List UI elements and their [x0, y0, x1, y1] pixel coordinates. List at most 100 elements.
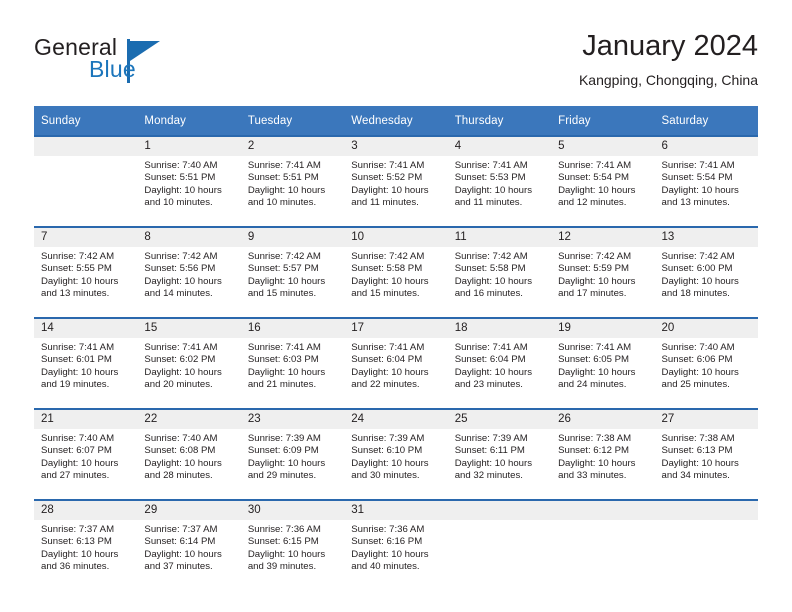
sunrise-text: Sunrise: 7:39 AM — [351, 433, 425, 444]
page-subtitle: Kangping, Chongqing, China — [578, 72, 758, 88]
day-details: Sunrise: 7:42 AM Sunset: 6:00 PM Daylight:… — [655, 247, 758, 301]
day-details: Sunrise: 7:42 AM Sunset: 5:56 PM Daylight:… — [137, 247, 240, 301]
sunset-text: Sunset: 6:01 PM — [41, 354, 112, 366]
day-cell[interactable]: 16 Sunrise: 7:41 AM Sunset: 6:03 PM Dayligh… — [240, 318, 345, 409]
title-block: January 2024 Kangping, Chongqing, China — [579, 28, 758, 89]
calendar-week-row: 7 Sunrise: 7:42 AM Sunset: 5:55 PM Daylight… — [34, 227, 758, 318]
daylight-line1-text: Daylight: 10 hours — [41, 275, 119, 287]
day-number: 3 — [344, 137, 448, 156]
day-cell[interactable]: 17 Sunrise: 7:41 AM Sunset: 6:04 PM Dayligh… — [344, 318, 448, 409]
daylight-line1-text: Daylight: 10 hours — [41, 548, 119, 560]
day-cell[interactable]: 29 Sunrise: 7:37 AM Sunset: 6:14 PM Dayligh… — [137, 500, 241, 590]
day-cell[interactable]: 8 Sunrise: 7:42 AM Sunset: 5:56 PM Daylight… — [137, 227, 241, 318]
day-cell[interactable]: 4 Sunrise: 7:41 AM Sunset: 5:53 PM Daylight… — [447, 136, 552, 227]
day-details: Sunrise: 7:42 AM Sunset: 5:58 PM Daylight:… — [448, 247, 551, 301]
sunrise-text: Sunrise: 7:41 AM — [351, 342, 425, 353]
day-cell[interactable]: 19 Sunrise: 7:41 AM Sunset: 6:05 PM Dayligh… — [551, 318, 655, 409]
daylight-line1-text: Daylight: 10 hours — [558, 184, 636, 196]
daylight-line1-text: Daylight: 10 hours — [144, 457, 222, 469]
sunset-text: Sunset: 5:54 PM — [558, 172, 630, 184]
day-details: Sunrise: 7:41 AM Sunset: 5:54 PM Daylight:… — [655, 156, 758, 210]
daylight-line1-text: Daylight: 10 hours — [558, 275, 636, 287]
day-cell[interactable]: 23 Sunrise: 7:39 AM Sunset: 6:09 PM Dayligh… — [240, 409, 345, 500]
day-details: Sunrise: 7:42 AM Sunset: 5:57 PM Daylight:… — [241, 247, 344, 301]
day-cell[interactable]: 21 Sunrise: 7:40 AM Sunset: 6:07 PM Dayligh… — [34, 409, 138, 500]
day-cell[interactable]: 5 Sunrise: 7:41 AM Sunset: 5:54 PM Daylight… — [551, 136, 655, 227]
sunrise-text: Sunrise: 7:41 AM — [247, 160, 321, 171]
day-number: 27 — [654, 410, 758, 429]
daylight-line1-text: Daylight: 10 hours — [661, 275, 739, 287]
day-cell[interactable]: 24 Sunrise: 7:39 AM Sunset: 6:10 PM Dayligh… — [344, 409, 448, 500]
daylight-line1-text: Daylight: 10 hours — [351, 184, 429, 196]
day-number: 22 — [137, 410, 241, 429]
day-cell[interactable]: 6 Sunrise: 7:41 AM Sunset: 5:54 PM Daylight… — [654, 136, 758, 227]
calendar-week-row: 21 Sunrise: 7:40 AM Sunset: 6:07 PM Dayligh… — [34, 409, 758, 500]
sunset-text: Sunset: 6:07 PM — [41, 445, 112, 457]
day-cell[interactable]: 27 Sunrise: 7:38 AM Sunset: 6:13 PM Dayligh… — [654, 409, 758, 500]
brand-logo[interactable]: General Blue — [34, 34, 244, 90]
day-cell[interactable]: 15 Sunrise: 7:41 AM Sunset: 6:02 PM Dayligh… — [137, 318, 241, 409]
sunrise-text: Sunrise: 7:41 AM — [558, 342, 632, 353]
day-cell[interactable]: 31 Sunrise: 7:36 AM Sunset: 6:16 PM Dayligh… — [344, 500, 448, 590]
day-details: Sunrise: 7:41 AM Sunset: 5:52 PM Daylight:… — [344, 156, 447, 210]
day-details: Sunrise: 7:36 AM Sunset: 6:16 PM Daylight:… — [344, 520, 447, 574]
day-cell[interactable]: 22 Sunrise: 7:40 AM Sunset: 6:08 PM Dayligh… — [137, 409, 241, 500]
day-number: 9 — [240, 228, 345, 247]
day-details: Sunrise: 7:42 AM Sunset: 5:55 PM Daylight:… — [34, 247, 137, 301]
calendar-week-row: 28 Sunrise: 7:37 AM Sunset: 6:13 PM Dayligh… — [34, 500, 758, 590]
day-number: 8 — [137, 228, 241, 247]
day-cell[interactable]: 3 Sunrise: 7:41 AM Sunset: 5:52 PM Daylight… — [344, 136, 448, 227]
day-number: 15 — [137, 319, 241, 338]
sunset-text: Sunset: 6:10 PM — [351, 445, 423, 457]
sunrise-text: Sunrise: 7:39 AM — [247, 433, 321, 444]
day-cell[interactable]: 1 Sunrise: 7:40 AM Sunset: 5:51 PM Daylight… — [137, 136, 241, 227]
sunset-text: Sunset: 5:58 PM — [454, 263, 526, 275]
daylight-line2-text: and 15 minutes. — [247, 288, 317, 300]
daylight-line1-text: Daylight: 10 hours — [247, 548, 326, 560]
daylight-line2-text: and 10 minutes. — [144, 197, 213, 209]
day-details: Sunrise: 7:37 AM Sunset: 6:13 PM Daylight:… — [34, 520, 137, 574]
day-cell[interactable]: 25 Sunrise: 7:39 AM Sunset: 6:11 PM Dayligh… — [447, 409, 552, 500]
day-cell[interactable]: 11 Sunrise: 7:42 AM Sunset: 5:58 PM Dayligh… — [447, 227, 552, 318]
daylight-line1-text: Daylight: 10 hours — [558, 366, 636, 378]
sunset-text: Sunset: 5:53 PM — [454, 172, 526, 184]
day-cell[interactable]: 12 Sunrise: 7:42 AM Sunset: 5:59 PM Dayligh… — [551, 227, 655, 318]
day-cell[interactable]: 18 Sunrise: 7:41 AM Sunset: 6:04 PM Dayligh… — [447, 318, 552, 409]
sunrise-text: Sunrise: 7:40 AM — [661, 342, 735, 353]
day-cell[interactable]: 30 Sunrise: 7:36 AM Sunset: 6:15 PM Dayligh… — [240, 500, 345, 590]
calendar-grid: Sunday Monday Tuesday Wednesday Thursday Frid… — [34, 106, 758, 590]
daylight-line2-text: and 13 minutes. — [661, 197, 730, 209]
day-number: 30 — [240, 501, 345, 520]
sunrise-text: Sunrise: 7:41 AM — [661, 160, 735, 171]
daylight-line2-text: and 24 minutes. — [558, 379, 627, 391]
day-details: Sunrise: 7:39 AM Sunset: 6:10 PM Daylight:… — [344, 429, 447, 483]
day-cell[interactable]: 13 Sunrise: 7:42 AM Sunset: 6:00 PM Dayligh… — [654, 227, 758, 318]
daylight-line1-text: Daylight: 10 hours — [41, 457, 119, 469]
sunset-text: Sunset: 5:55 PM — [41, 263, 112, 275]
sunrise-text: Sunrise: 7:42 AM — [351, 251, 425, 262]
day-number: 2 — [240, 137, 345, 156]
sunrise-text: Sunrise: 7:41 AM — [454, 160, 528, 171]
day-cell[interactable]: 10 Sunrise: 7:42 AM Sunset: 5:58 PM Dayligh… — [344, 227, 448, 318]
daylight-line1-text: Daylight: 10 hours — [454, 457, 533, 469]
day-details: Sunrise: 7:42 AM Sunset: 5:59 PM Daylight:… — [551, 247, 654, 301]
daylight-line2-text: and 28 minutes. — [144, 470, 213, 482]
calendar-week-row: 14 Sunrise: 7:41 AM Sunset: 6:01 PM Dayligh… — [34, 318, 758, 409]
day-cell[interactable]: 28 Sunrise: 7:37 AM Sunset: 6:13 PM Dayligh… — [34, 500, 138, 590]
daylight-line2-text: and 19 minutes. — [41, 379, 110, 391]
daylight-line2-text: and 40 minutes. — [351, 561, 420, 573]
day-cell[interactable]: 9 Sunrise: 7:42 AM Sunset: 5:57 PM Daylight… — [240, 227, 345, 318]
day-number: 4 — [447, 137, 552, 156]
day-cell[interactable]: 26 Sunrise: 7:38 AM Sunset: 6:12 PM Dayligh… — [551, 409, 655, 500]
day-cell[interactable]: 20 Sunrise: 7:40 AM Sunset: 6:06 PM Dayligh… — [654, 318, 758, 409]
daylight-line2-text: and 21 minutes. — [247, 379, 317, 391]
day-number: 31 — [344, 501, 448, 520]
sunset-text: Sunset: 5:57 PM — [247, 263, 319, 275]
day-cell[interactable]: 2 Sunrise: 7:41 AM Sunset: 5:51 PM Daylight… — [240, 136, 345, 227]
day-cell[interactable]: 14 Sunrise: 7:41 AM Sunset: 6:01 PM Dayligh… — [34, 318, 138, 409]
weekday-header-thursday: Thursday — [447, 106, 552, 136]
sunrise-text: Sunrise: 7:40 AM — [144, 160, 218, 171]
day-cell[interactable]: 7 Sunrise: 7:42 AM Sunset: 5:55 PM Daylight… — [34, 227, 138, 318]
sunset-text: Sunset: 6:16 PM — [351, 536, 423, 548]
sunrise-text: Sunrise: 7:40 AM — [144, 433, 218, 444]
